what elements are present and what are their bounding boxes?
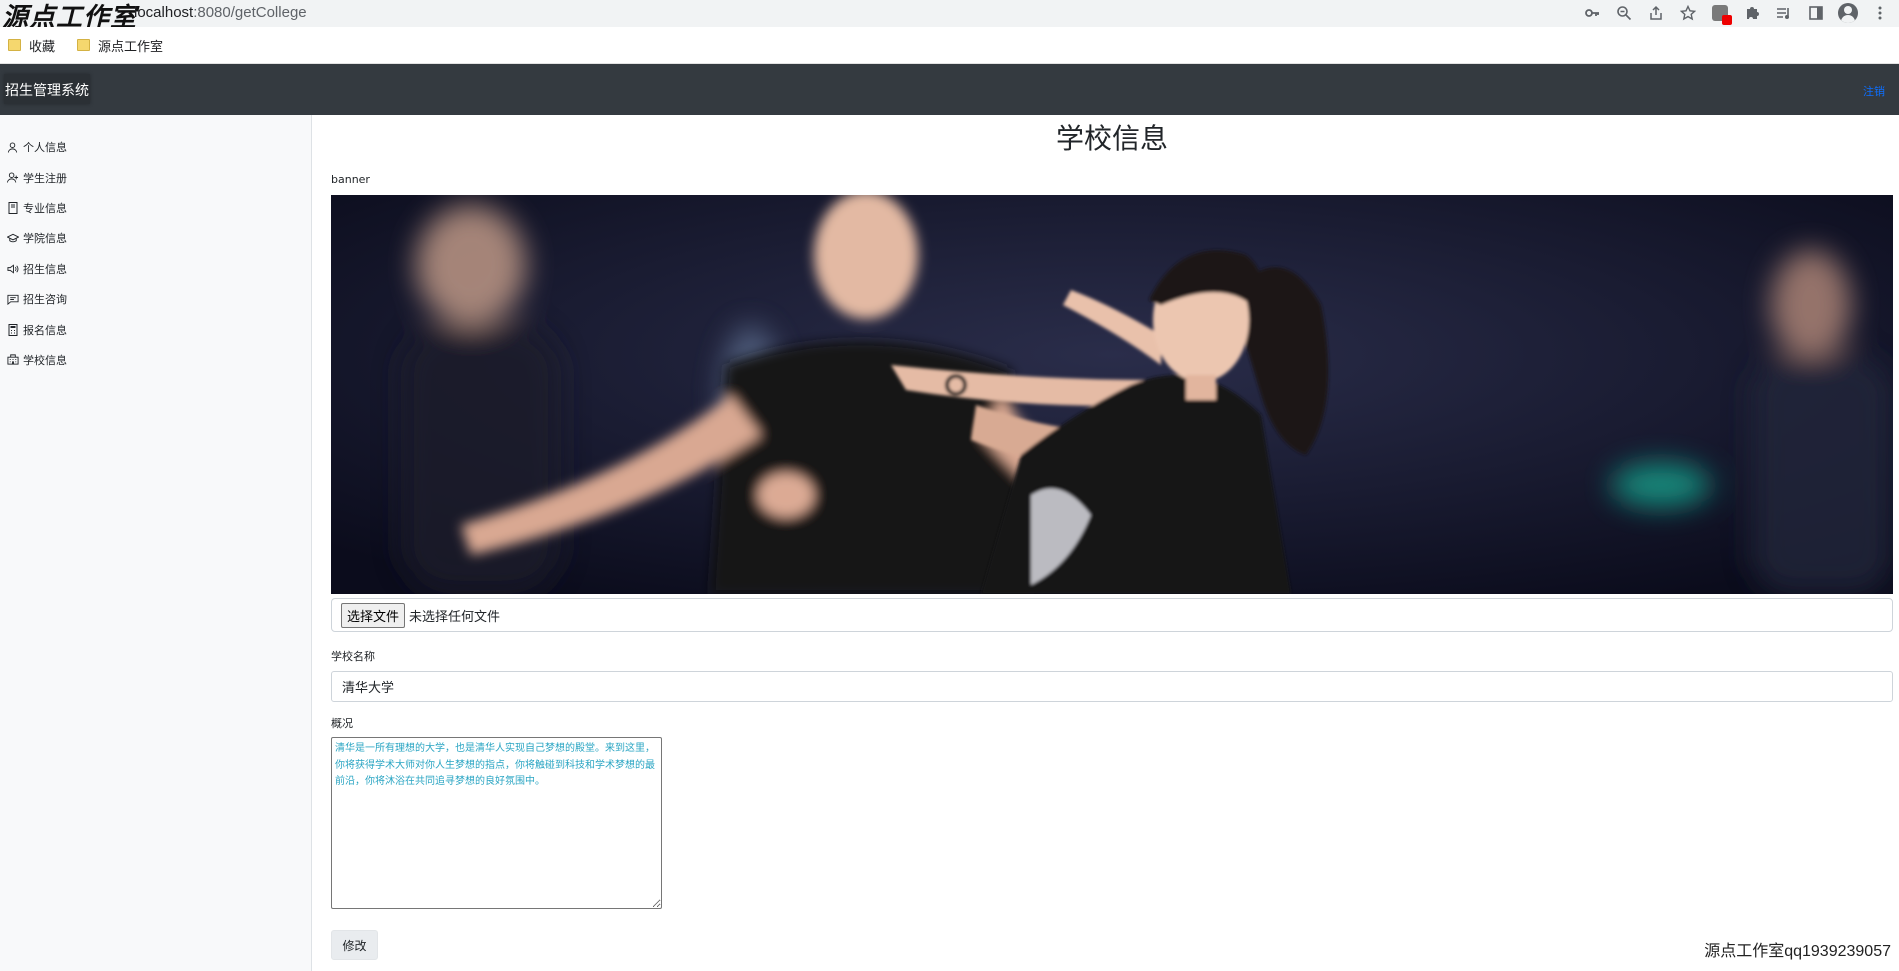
sidebar-item-college[interactable]: 学院信息 xyxy=(0,223,311,253)
puzzle-icon[interactable] xyxy=(1741,2,1763,24)
sidebar-item-label: 招生咨询 xyxy=(23,293,67,307)
sidebar-item-label: 学校信息 xyxy=(23,353,67,367)
sidebar-item-school[interactable]: 学校信息 xyxy=(0,345,311,375)
file-status: 未选择任何文件 xyxy=(409,609,501,625)
sidebar-item-major[interactable]: 专业信息 xyxy=(0,193,311,223)
browser-toolbar: 源点工作室 localhost:8080/getCollege xyxy=(0,0,1899,33)
url-host: localhost xyxy=(134,4,194,21)
overview-textarea[interactable]: 清华是一所有理想的大学，也是清华人实现自己梦想的殿堂。来到这里，你将获得学术大师… xyxy=(331,737,662,909)
sidebar-item-profile[interactable]: 个人信息 xyxy=(0,132,311,162)
footer-watermark: 源点工作室qq1939239057 xyxy=(1704,943,1891,960)
bookmark-studio[interactable]: 源点工作室 xyxy=(77,36,163,55)
url-path: :8080/getCollege xyxy=(193,4,307,21)
folder-icon xyxy=(8,39,21,51)
menu-kebab-icon[interactable] xyxy=(1869,2,1891,24)
media-icon[interactable] xyxy=(1773,2,1795,24)
chat-icon xyxy=(6,293,19,306)
person-add-icon xyxy=(6,171,19,184)
sidebar-item-label: 招生信息 xyxy=(23,262,67,276)
star-icon[interactable] xyxy=(1677,2,1699,24)
extension-badge-icon[interactable] xyxy=(1709,2,1732,25)
sidebar-item-label: 学生注册 xyxy=(23,171,67,185)
page-title: 学校信息 xyxy=(1055,123,1168,154)
sidebar-item-label: 学院信息 xyxy=(23,232,67,246)
browser-actions xyxy=(1581,2,1891,25)
banner-label: banner xyxy=(331,173,370,186)
key-icon[interactable] xyxy=(1581,2,1603,24)
bookmarks-bar: 收藏 源点工作室 xyxy=(0,27,1899,64)
banner-image xyxy=(331,195,1893,594)
sidebar-item-consult[interactable]: 招生咨询 xyxy=(0,284,311,314)
book-icon xyxy=(6,201,19,214)
sidebar-item-signup[interactable]: 报名信息 xyxy=(0,314,311,344)
mortarboard-icon xyxy=(6,232,19,245)
building-icon xyxy=(6,353,19,366)
school-name-label: 学校名称 xyxy=(331,650,375,663)
sidebar-item-label: 专业信息 xyxy=(23,201,67,215)
zoom-icon[interactable] xyxy=(1613,2,1635,24)
sidebar-item-label: 报名信息 xyxy=(23,323,67,337)
modify-button[interactable]: 修改 xyxy=(331,930,378,960)
bookmark-favorites[interactable]: 收藏 xyxy=(8,36,55,55)
sidepanel-icon[interactable] xyxy=(1805,2,1827,24)
folder-icon xyxy=(77,39,91,51)
sidebar-item-student-register[interactable]: 学生注册 xyxy=(0,162,311,192)
bookmark-label: 收藏 xyxy=(29,39,56,55)
calculator-icon xyxy=(6,323,19,336)
megaphone-icon xyxy=(6,262,19,275)
sidebar: 个人信息 学生注册 专业信息 学院信息 招生信息 招生咨询 报名信息 学校信息 xyxy=(0,115,312,971)
share-icon[interactable] xyxy=(1645,2,1667,24)
overview-label: 概况 xyxy=(331,717,353,730)
bookmark-label: 源点工作室 xyxy=(98,39,164,55)
app-navbar: 招生管理系统 注销 xyxy=(0,64,1899,115)
sidebar-item-enrollment[interactable]: 招生信息 xyxy=(0,254,311,284)
sidebar-item-label: 个人信息 xyxy=(23,141,67,155)
logout-link[interactable]: 注销 xyxy=(1863,83,1885,99)
choose-file-button[interactable]: 选择文件 xyxy=(341,602,406,628)
banner-file-input[interactable]: 选择文件 未选择任何文件 xyxy=(331,598,1893,632)
school-name-input[interactable] xyxy=(331,671,1893,702)
address-bar[interactable]: localhost:8080/getCollege xyxy=(134,4,307,21)
person-icon xyxy=(6,141,19,154)
app-brand[interactable]: 招生管理系统 xyxy=(4,74,90,104)
profile-avatar-icon[interactable] xyxy=(1837,2,1859,24)
